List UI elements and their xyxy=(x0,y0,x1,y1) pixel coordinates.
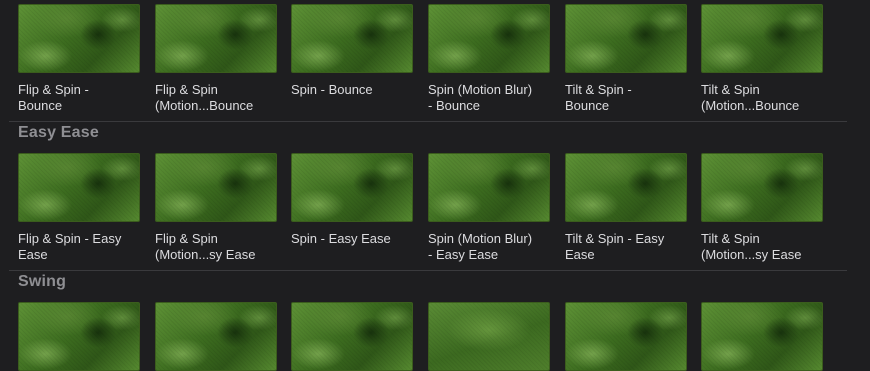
effect-thumbnail[interactable] xyxy=(155,302,277,371)
effect-thumbnail[interactable] xyxy=(428,4,550,73)
effect-thumbnail[interactable] xyxy=(701,4,823,73)
effects-browser: Flip & Spin - Bounce Flip & Spin (Motion… xyxy=(0,0,870,371)
effect-label-line2: - Bounce xyxy=(428,98,481,113)
effect-label-line2: (Motion...sy Ease xyxy=(701,247,802,262)
section-header: Easy Ease xyxy=(18,124,99,141)
effect-thumbnail[interactable] xyxy=(291,4,413,73)
effect-label-line1: Spin (Motion Blur) xyxy=(428,231,533,246)
effect-label-line1: Tilt & Spin xyxy=(701,231,760,246)
effect-label-line2: (Motion...Bounce xyxy=(155,98,254,113)
effect-label-line1: Spin - Bounce xyxy=(291,82,373,97)
effect-thumbnail[interactable] xyxy=(565,4,687,73)
effect-label-line1: Flip & Spin xyxy=(155,231,218,246)
effect-label-line1: Flip & Spin xyxy=(155,82,218,97)
section-divider xyxy=(9,270,847,271)
effect-thumbnail[interactable] xyxy=(18,153,140,222)
effect-label-line2: (Motion...sy Ease xyxy=(155,247,256,262)
effect-label-line1: Tilt & Spin - xyxy=(565,82,632,97)
effect-label-line1: Tilt & Spin xyxy=(701,82,760,97)
effect-thumbnail[interactable] xyxy=(155,4,277,73)
effect-label-line1: Spin (Motion Blur) xyxy=(428,82,533,97)
effect-label-line1: Flip & Spin - Easy xyxy=(18,231,122,246)
effect-label-line2: Bounce xyxy=(565,98,610,113)
effect-thumbnail[interactable] xyxy=(701,153,823,222)
effect-thumbnail[interactable] xyxy=(565,153,687,222)
effect-thumbnail[interactable] xyxy=(701,302,823,371)
effect-label-line2: Ease xyxy=(565,247,595,262)
effect-thumbnail[interactable] xyxy=(291,302,413,371)
effect-thumbnail[interactable] xyxy=(155,153,277,222)
effect-thumbnail[interactable] xyxy=(291,153,413,222)
effect-thumbnail[interactable] xyxy=(565,302,687,371)
section-header: Swing xyxy=(18,273,67,290)
effect-label-line2: Bounce xyxy=(18,98,63,113)
effect-label-line2: (Motion...Bounce xyxy=(701,98,800,113)
effect-label-line2: Ease xyxy=(18,247,48,262)
effect-label-line1: Flip & Spin - xyxy=(18,82,89,97)
effect-thumbnail[interactable] xyxy=(18,4,140,73)
effect-label-line1: Tilt & Spin - Easy xyxy=(565,231,665,246)
section-divider xyxy=(9,121,847,122)
effect-thumbnail[interactable] xyxy=(428,153,550,222)
effect-thumbnail[interactable] xyxy=(18,302,140,371)
effect-label-line2: - Easy Ease xyxy=(428,247,499,262)
effect-thumbnail[interactable] xyxy=(428,302,550,371)
effect-label-line1: Spin - Easy Ease xyxy=(291,231,391,246)
